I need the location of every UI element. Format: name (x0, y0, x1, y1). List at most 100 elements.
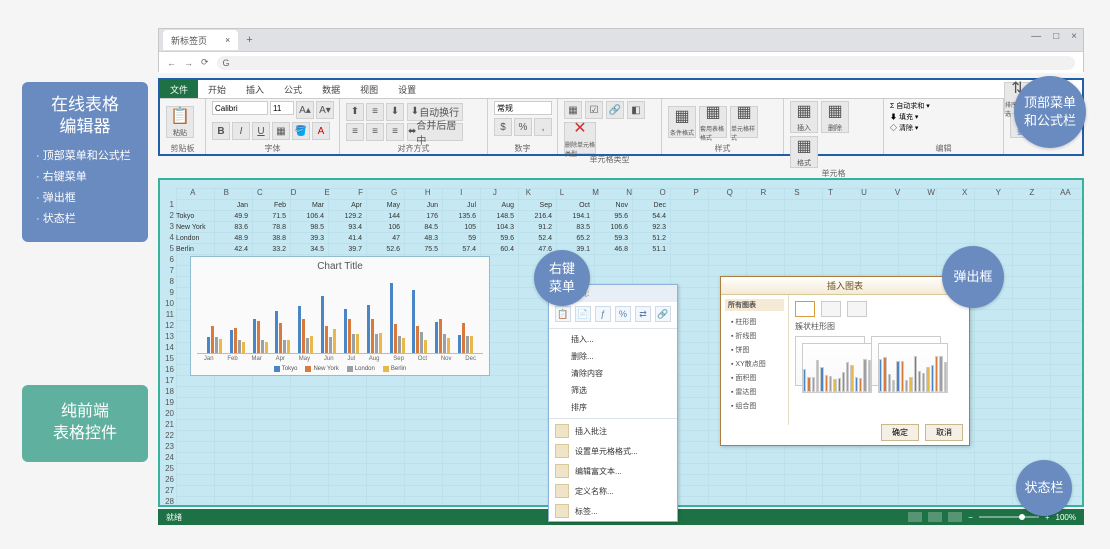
ribbon-tab[interactable]: 插入 (236, 80, 274, 98)
decrease-font-icon[interactable]: A▾ (316, 101, 334, 119)
dialog-subtitle: 簇状柱形图 (795, 321, 963, 332)
paste-option-icon[interactable]: ⇄ (635, 306, 651, 322)
align-middle-icon[interactable]: ≡ (366, 103, 384, 121)
spreadsheet[interactable]: ABCDEFGHIJKLMNOPQRSTUVWXYZAA 12345678910… (158, 178, 1084, 507)
clear-button[interactable]: ◇ 清除 ▾ (890, 123, 918, 133)
group-celltype: 单元格类型 (564, 154, 655, 165)
dialog-ok-button[interactable]: 确定 (881, 424, 919, 441)
celltype-icon-4[interactable]: ◧ (627, 101, 645, 119)
paste-option-icon[interactable]: 🔗 (655, 306, 671, 322)
browser-tab[interactable]: 新标签页 × (163, 30, 238, 50)
window-minimize-icon[interactable]: — (1031, 31, 1041, 42)
zoom-out-icon[interactable]: − (968, 513, 973, 522)
chart-preview[interactable] (795, 336, 865, 386)
ribbon-tab[interactable]: 开始 (198, 80, 236, 98)
paste-button[interactable]: 📋粘贴 (166, 106, 194, 138)
chart-type-tab[interactable] (821, 301, 841, 317)
dialog-side-item[interactable]: ▪ 组合图 (728, 399, 781, 413)
align-bottom-icon[interactable]: ⬇ (386, 103, 404, 121)
percent-icon[interactable]: % (514, 118, 532, 136)
font-name-select[interactable] (212, 101, 268, 115)
cond-format-button[interactable]: ▦条件格式 (668, 106, 696, 138)
dialog-side-item[interactable]: ▪ 柱形图 (728, 315, 781, 329)
autosum-button[interactable]: Σ 自动求和 ▾ (890, 101, 930, 111)
ribbon-tab[interactable]: 文件 (160, 80, 198, 98)
celltype-icon-3[interactable]: 🔗 (606, 101, 624, 119)
window-maximize-icon[interactable]: □ (1053, 31, 1059, 42)
table-format-button[interactable]: ▦套用表格格式 (699, 106, 727, 138)
view-normal-icon[interactable] (908, 512, 922, 522)
increase-font-icon[interactable]: A▴ (296, 101, 314, 119)
new-tab-button[interactable]: + (238, 34, 260, 46)
editor-list-item: 右键菜单 (36, 167, 134, 188)
context-menu-item[interactable]: 删除... (549, 348, 677, 365)
group-editing: 编辑 (890, 142, 997, 154)
celltype-icon-1[interactable]: ▦ (564, 101, 582, 119)
chart-legend: TokyoNew YorkLondonBerlin (191, 362, 489, 372)
paste-options-row: 📋 📄 ƒ % ⇄ 🔗 (549, 302, 677, 326)
context-menu-item[interactable]: 定义名称... (549, 481, 677, 501)
dialog-side-item[interactable]: ▪ 折线图 (728, 329, 781, 343)
context-menu-item[interactable]: 编辑富文本... (549, 461, 677, 481)
border-icon[interactable]: ▦ (272, 122, 290, 140)
font-color-icon[interactable]: A (312, 122, 330, 140)
insert-button[interactable]: ▦插入 (790, 101, 818, 133)
dialog-side-item[interactable]: ▪ 面积图 (728, 371, 781, 385)
ribbon-tab[interactable]: 视图 (350, 80, 388, 98)
paste-option-icon[interactable]: % (615, 306, 631, 322)
context-menu-item[interactable]: 插入... (549, 331, 677, 348)
paste-option-icon[interactable]: ƒ (595, 306, 611, 322)
format-button[interactable]: ▦格式 (790, 136, 818, 168)
nav-reload-icon[interactable]: ⟳ (201, 57, 209, 68)
underline-icon[interactable]: U (252, 122, 270, 140)
fill-color-icon[interactable]: 🪣 (292, 122, 310, 140)
cell-style-button[interactable]: ▦单元格样式 (730, 106, 758, 138)
dialog-cancel-button[interactable]: 取消 (925, 424, 963, 441)
window-close-icon[interactable]: × (1071, 31, 1077, 42)
nav-back-icon[interactable]: ← (167, 58, 176, 68)
dialog-side-item[interactable]: ▪ 饼图 (728, 343, 781, 357)
align-center-icon[interactable]: ≡ (366, 123, 384, 141)
paste-option-icon[interactable]: 📋 (555, 306, 571, 322)
group-align: 对齐方式 (346, 142, 481, 154)
delete-button[interactable]: ▦删除 (821, 101, 849, 133)
zoom-slider[interactable] (979, 516, 1039, 518)
delete-celltype-button[interactable]: ✕删除单元格类型 (564, 122, 596, 154)
chart-type-tab[interactable] (847, 301, 867, 317)
font-size-select[interactable] (270, 101, 294, 115)
ribbon-tabs: 文件开始插入公式数据视图设置 (160, 80, 1082, 98)
embedded-chart[interactable]: Chart Title JanFebMarAprMayJunJulAugSepO… (190, 256, 490, 376)
view-page-icon[interactable] (928, 512, 942, 522)
nav-forward-icon[interactable]: → (184, 58, 193, 68)
ribbon-tab[interactable]: 数据 (312, 80, 350, 98)
context-menu-item[interactable]: 筛选 (549, 382, 677, 399)
view-break-icon[interactable] (948, 512, 962, 522)
insert-chart-dialog: 插入图表 所有图表 ▪ 柱形图▪ 折线图▪ 饼图▪ XY散点图▪ 面积图▪ 雷达… (720, 276, 970, 446)
number-format-select[interactable] (494, 101, 552, 115)
context-menu-item[interactable]: 排序 (549, 399, 677, 416)
align-top-icon[interactable]: ⬆ (346, 103, 364, 121)
url-input[interactable]: G (217, 56, 1075, 70)
fill-button[interactable]: ⬇ 填充 ▾ (890, 112, 918, 122)
ribbon-tab[interactable]: 设置 (388, 80, 426, 98)
currency-icon[interactable]: $ (494, 118, 512, 136)
comma-icon[interactable]: , (534, 118, 552, 136)
dialog-side-item[interactable]: ▪ XY散点图 (728, 357, 781, 371)
context-menu-item[interactable]: 清除内容 (549, 365, 677, 382)
chart-preview[interactable] (871, 336, 941, 386)
celltype-icon-2[interactable]: ☑ (585, 101, 603, 119)
context-menu-item[interactable]: 标签... (549, 501, 677, 521)
paste-option-icon[interactable]: 📄 (575, 306, 591, 322)
align-right-icon[interactable]: ≡ (386, 123, 404, 141)
dialog-side-item[interactable]: ▪ 雷达图 (728, 385, 781, 399)
context-menu-item[interactable]: 设置单元格格式... (549, 441, 677, 461)
context-menu-item[interactable]: 插入批注 (549, 421, 677, 441)
align-left-icon[interactable]: ≡ (346, 123, 364, 141)
ribbon-tab[interactable]: 公式 (274, 80, 312, 98)
bold-icon[interactable]: B (212, 122, 230, 140)
italic-icon[interactable]: I (232, 122, 250, 140)
group-clipboard: 剪贴板 (166, 142, 199, 154)
tab-close-icon[interactable]: × (225, 35, 230, 45)
merge-button[interactable]: ⬌ 合并后居中 (407, 123, 463, 141)
chart-type-tab[interactable] (795, 301, 815, 317)
